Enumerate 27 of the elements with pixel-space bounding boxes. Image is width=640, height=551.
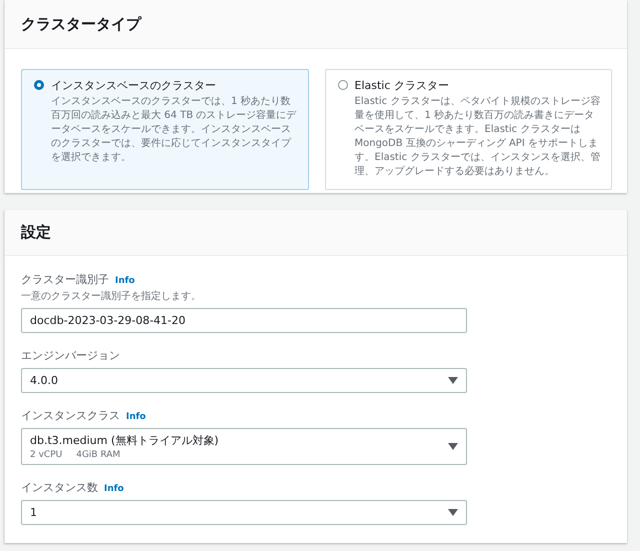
- field-label: エンジンバージョン: [21, 348, 120, 363]
- text-input-field[interactable]: docdb-2023-03-29-08-41-20: [21, 308, 467, 333]
- option-description: Elastic クラスターは、ペタバイト規模のストレージ容量を使用して、1 秒あたり数百万の読み書きにデータベースをスケールできます。Elastic クラスターは MongoDB 互換のシャーディング API をサポートします。Elastic クラスターでは、インスタンスを選択、管理、アップグレードする必要はありません。: [354, 95, 601, 179]
- option-title: Elastic クラスター: [354, 78, 450, 93]
- select-dropdown[interactable]: 4.0.0: [21, 368, 467, 393]
- field-label: インスタンス数: [21, 480, 98, 495]
- panel-title: クラスタータイプ: [21, 14, 141, 34]
- instance-spec: 4GiB RAM: [76, 450, 120, 460]
- field-label: インスタンスクラス: [21, 408, 120, 423]
- info-link[interactable]: Info: [104, 484, 124, 494]
- radio-button[interactable]: [338, 80, 348, 90]
- instance-spec: 2 vCPU: [30, 450, 62, 460]
- option-title: インスタンスベースのクラスター: [51, 78, 217, 93]
- caret-down-icon: [448, 442, 458, 450]
- cluster-option-card[interactable]: インスタンスベースのクラスター インスタンスベースのクラスターでは、1 秒あたり数百万回の読み込みと最大 64 TB のストレージ容量にデータベースをスケールできます。インスタンスベースのクラスターでは、要件に応じてインスタンスタイプを選択できます。: [21, 69, 308, 190]
- info-link[interactable]: Info: [115, 276, 135, 286]
- panel-title: 設定: [21, 223, 51, 242]
- radio-button[interactable]: [34, 80, 44, 90]
- caret-down-icon: [448, 376, 458, 384]
- caret-down-icon: [448, 508, 458, 516]
- select-dropdown[interactable]: 1: [21, 500, 467, 525]
- select-dropdown[interactable]: db.t3.medium (無料トライアル対象) 2 vCPU 4GiB RAM: [21, 428, 467, 465]
- info-link[interactable]: Info: [126, 412, 146, 422]
- option-description: インスタンスベースのクラスターでは、1 秒あたり数百万回の読み込みと最大 64 TB のストレージ容量にデータベースをスケールできます。インスタンスベースのクラスターでは、要件に応じてインスタンスタイプを選択できます。: [51, 95, 298, 165]
- field-description: 一意のクラスター識別子を指定します。: [21, 290, 202, 303]
- cluster-option-card[interactable]: Elastic クラスター Elastic クラスターは、ペタバイト規模のストレージ容量を使用して、1 秒あたり数百万の読み書きにデータベースをスケールできます。Elastic クラスターは MongoDB 互換のシャーディング API をサポートします。Elastic クラスターでは、インスタンスを選択、管理、アップグレードする必要はありません。: [324, 69, 612, 190]
- field-label: クラスター識別子: [21, 272, 109, 287]
